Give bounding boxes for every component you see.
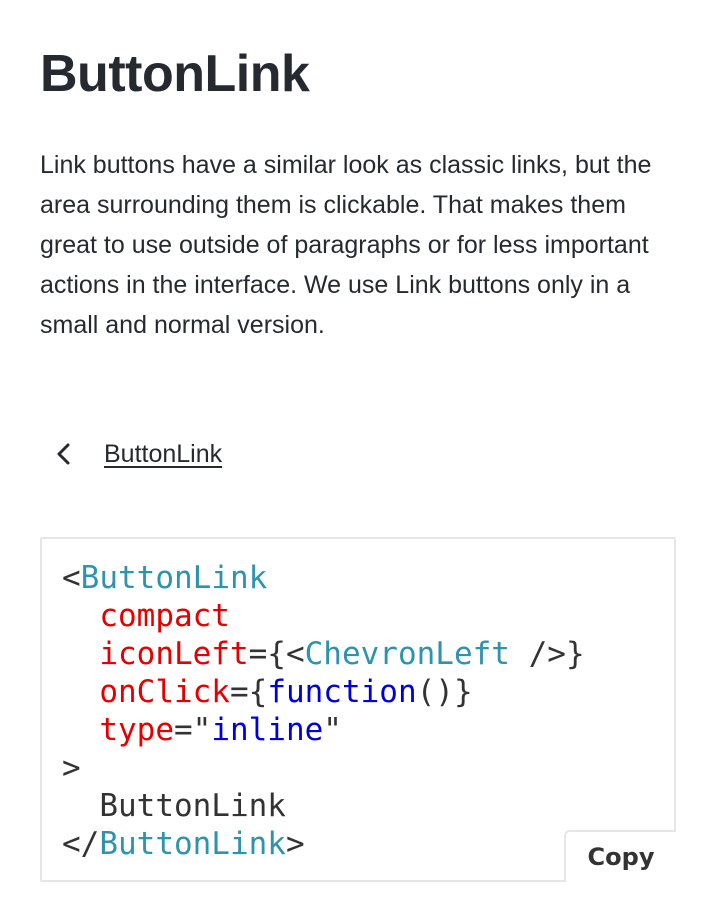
code-token: type: [99, 712, 174, 748]
code-token: ButtonLink: [99, 826, 286, 862]
code-token: <: [62, 560, 81, 596]
code-token: function: [267, 674, 417, 710]
code-token: ()}: [416, 674, 473, 710]
code-token: ": [323, 712, 342, 748]
code-example: <ButtonLink compact iconLeft={<ChevronLe…: [40, 537, 676, 882]
code-token: >: [62, 750, 81, 786]
code-token: />}: [509, 636, 585, 672]
code-token: ={<: [248, 636, 305, 672]
code-token: ={: [229, 674, 268, 710]
code-token: inline: [211, 712, 324, 748]
code-token: iconLeft: [99, 636, 249, 672]
code-token: >: [285, 826, 305, 862]
chevron-left-icon: [48, 438, 80, 470]
copy-button[interactable]: Copy: [564, 830, 676, 882]
code-token: onClick: [99, 674, 230, 710]
button-link-label: ButtonLink: [104, 439, 223, 468]
code-token: </: [62, 826, 100, 862]
code-token: ButtonLink: [80, 560, 268, 596]
code-block: <ButtonLink compact iconLeft={<ChevronLe…: [62, 559, 585, 863]
button-link-demo[interactable]: ButtonLink: [40, 432, 230, 476]
page-title: ButtonLink: [40, 45, 310, 103]
code-token: ChevronLeft: [304, 636, 510, 672]
code-token: =": [173, 712, 212, 748]
page-description: Link buttons have a similar look as clas…: [40, 151, 652, 339]
code-token: compact: [99, 598, 230, 634]
code-token: ButtonLink: [99, 788, 286, 824]
